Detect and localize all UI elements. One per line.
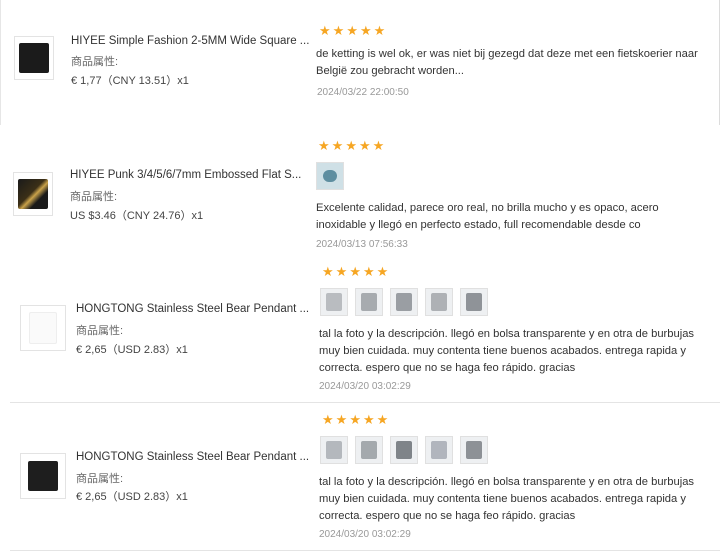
review-date: 2024/03/20 03:02:29 bbox=[319, 529, 411, 540]
review-photos bbox=[320, 288, 488, 316]
product-attribute-label: 商品属性: bbox=[70, 191, 118, 203]
product-price: € 2,65（USD 2.83）x1 bbox=[76, 491, 188, 503]
star-icon: ★ bbox=[358, 138, 371, 153]
star-rating: ★ ★ ★ ★ ★ bbox=[322, 265, 388, 278]
product-thumbnail[interactable] bbox=[20, 453, 66, 499]
star-icon: ★ bbox=[373, 23, 386, 38]
product-name[interactable]: HIYEE Simple Fashion 2-5MM Wide Square .… bbox=[71, 35, 309, 47]
review-card: HIYEE Punk 3/4/5/6/7mm Embossed Flat S..… bbox=[0, 125, 720, 255]
star-icon: ★ bbox=[318, 138, 330, 153]
star-icon: ★ bbox=[349, 264, 361, 279]
product-thumbnail[interactable] bbox=[20, 305, 66, 351]
star-rating: ★ ★ ★ ★ ★ bbox=[318, 139, 384, 152]
review-card: HONGTONG Stainless Steel Bear Pendant ..… bbox=[0, 403, 720, 551]
bear-pendant-image-icon bbox=[28, 461, 58, 491]
gold-chain-image-icon bbox=[18, 179, 48, 209]
review-photo[interactable] bbox=[460, 288, 488, 316]
review-photo[interactable] bbox=[425, 436, 453, 464]
review-photo[interactable] bbox=[320, 288, 348, 316]
star-icon: ★ bbox=[376, 264, 389, 279]
product-thumbnail[interactable] bbox=[14, 36, 54, 80]
reviews-page: HIYEE Simple Fashion 2-5MM Wide Square .… bbox=[0, 0, 720, 554]
star-icon: ★ bbox=[335, 412, 348, 427]
review-photos bbox=[320, 436, 488, 464]
star-icon: ★ bbox=[335, 264, 348, 279]
star-icon: ★ bbox=[359, 23, 372, 38]
star-icon: ★ bbox=[322, 412, 334, 427]
review-photo[interactable] bbox=[320, 436, 348, 464]
star-rating: ★ ★ ★ ★ ★ bbox=[322, 413, 388, 426]
review-text: tal la foto y la descripción. llegó en b… bbox=[319, 476, 695, 522]
review-photo[interactable] bbox=[355, 288, 383, 316]
review-text: Excelente calidad, parece oro real, no b… bbox=[316, 202, 659, 231]
product-name[interactable]: HONGTONG Stainless Steel Bear Pendant ..… bbox=[76, 451, 309, 463]
review-card: HIYEE Simple Fashion 2-5MM Wide Square .… bbox=[0, 0, 720, 126]
star-icon: ★ bbox=[349, 412, 361, 427]
review-photo[interactable] bbox=[460, 436, 488, 464]
review-photo[interactable] bbox=[355, 436, 383, 464]
star-icon: ★ bbox=[322, 264, 334, 279]
product-attribute-label: 商品属性: bbox=[76, 325, 124, 337]
star-icon: ★ bbox=[372, 138, 385, 153]
product-attribute-label: 商品属性: bbox=[76, 473, 124, 485]
star-icon: ★ bbox=[345, 138, 357, 153]
review-photo[interactable] bbox=[390, 288, 418, 316]
product-price: € 1,77（CNY 13.51）x1 bbox=[71, 75, 189, 87]
review-photo[interactable] bbox=[316, 162, 344, 190]
necklace-image-icon bbox=[19, 43, 49, 73]
review-text: tal la foto y la descripción. llegó en b… bbox=[319, 328, 695, 374]
review-photo[interactable] bbox=[390, 436, 418, 464]
star-icon: ★ bbox=[332, 23, 345, 38]
review-date: 2024/03/22 22:00:50 bbox=[317, 87, 409, 98]
bear-pendant-image-icon bbox=[29, 312, 57, 344]
star-icon: ★ bbox=[319, 23, 331, 38]
review-text: de ketting is wel ok, er was niet bij ge… bbox=[316, 48, 698, 77]
star-rating: ★ ★ ★ ★ ★ bbox=[319, 24, 385, 37]
review-date: 2024/03/13 07:56:33 bbox=[316, 239, 408, 250]
star-icon: ★ bbox=[362, 412, 375, 427]
review-date: 2024/03/20 03:02:29 bbox=[319, 381, 411, 392]
star-icon: ★ bbox=[362, 264, 375, 279]
product-price: US $3.46（CNY 24.76）x1 bbox=[70, 210, 204, 222]
star-icon: ★ bbox=[376, 412, 389, 427]
review-photo[interactable] bbox=[425, 288, 453, 316]
star-icon: ★ bbox=[331, 138, 344, 153]
review-card: HONGTONG Stainless Steel Bear Pendant ..… bbox=[0, 255, 720, 403]
product-thumbnail[interactable] bbox=[13, 172, 53, 216]
star-icon: ★ bbox=[346, 23, 358, 38]
review-photos bbox=[316, 162, 344, 190]
product-name[interactable]: HIYEE Punk 3/4/5/6/7mm Embossed Flat S..… bbox=[70, 169, 301, 181]
product-name[interactable]: HONGTONG Stainless Steel Bear Pendant ..… bbox=[76, 303, 309, 315]
product-price: € 2,65（USD 2.83）x1 bbox=[76, 344, 188, 356]
divider bbox=[10, 550, 720, 551]
product-attribute-label: 商品属性: bbox=[71, 56, 119, 68]
